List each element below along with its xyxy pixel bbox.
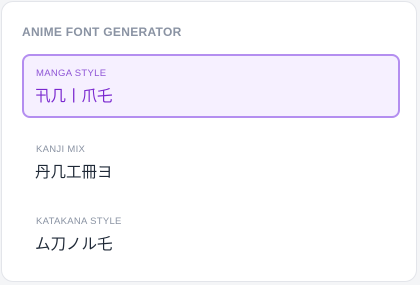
option-manga-style[interactable]: MANGA STYLE 卂几丨爪乇 <box>22 54 400 118</box>
option-katakana-style[interactable]: KATAKANA STYLE ム刀ノル乇 <box>22 202 400 266</box>
panel-title: ANIME FONT GENERATOR <box>22 25 182 39</box>
option-kanji-mix[interactable]: KANJI MIX 丹几工冊ヨ <box>22 130 400 194</box>
font-generator-card: ANIME FONT GENERATOR MANGA STYLE 卂几丨爪乇 K… <box>1 1 417 282</box>
option-sample-text: ム刀ノル乇 <box>35 235 113 253</box>
option-label: KATAKANA STYLE <box>36 216 122 227</box>
option-label: KANJI MIX <box>36 144 86 155</box>
option-sample-text: 丹几工冊ヨ <box>35 163 113 181</box>
option-sample-text: 卂几丨爪乇 <box>35 87 113 105</box>
option-label: MANGA STYLE <box>36 68 107 79</box>
